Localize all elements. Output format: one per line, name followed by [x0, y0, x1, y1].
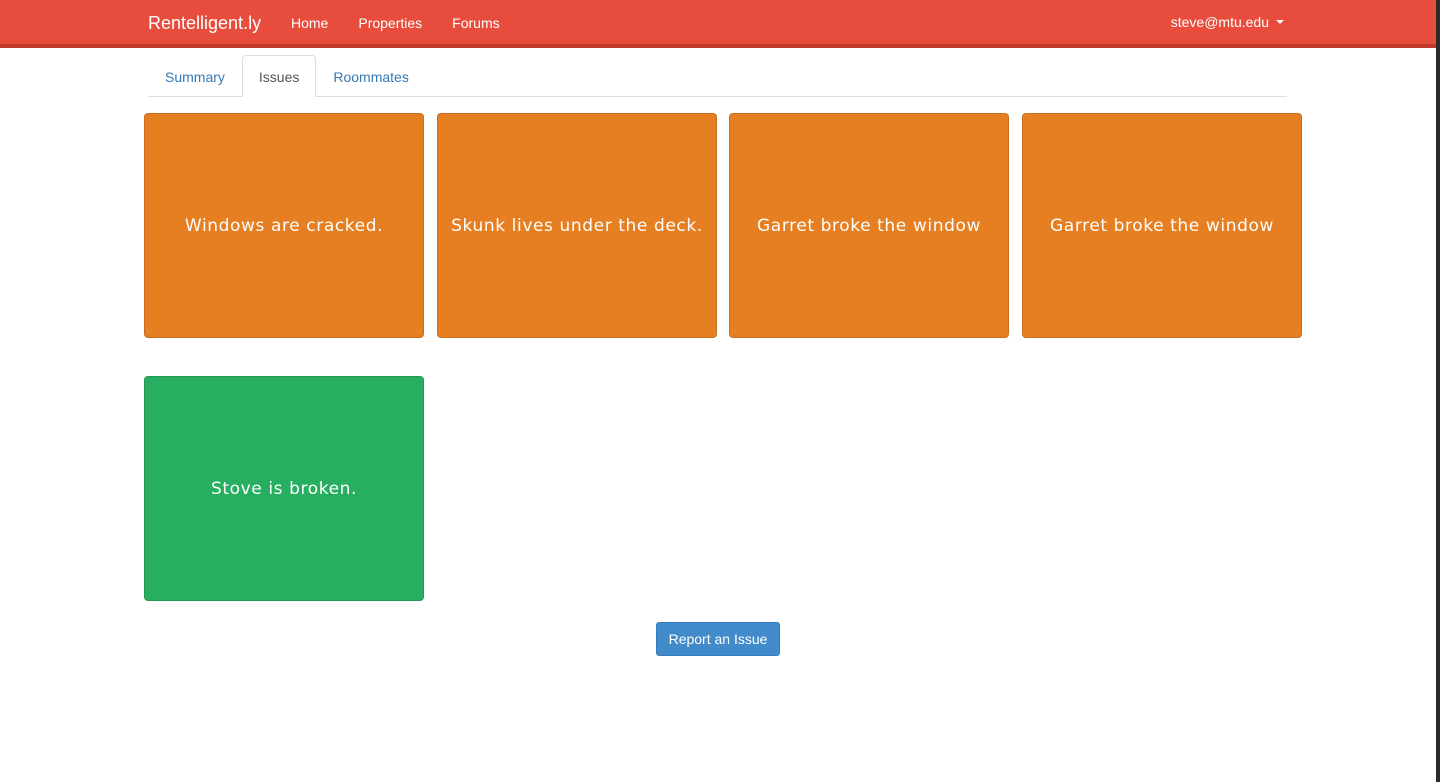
issue-card[interactable]: Stove is broken. — [144, 376, 424, 601]
page: Rentelligent.ly Home Properties Forums s… — [0, 0, 1440, 782]
tab-summary[interactable]: Summary — [148, 55, 242, 96]
navbar: Rentelligent.ly Home Properties Forums s… — [0, 0, 1436, 48]
issue-card[interactable]: Windows are cracked. — [144, 113, 424, 338]
issue-card-text: Garret broke the window — [1050, 215, 1274, 236]
issue-card[interactable]: Garret broke the window — [1022, 113, 1302, 338]
nav-link-properties[interactable]: Properties — [358, 0, 422, 44]
tab-bar: Summary Issues Roommates — [148, 55, 1287, 97]
tab-roommates[interactable]: Roommates — [316, 55, 425, 96]
issue-card-text: Garret broke the window — [757, 215, 981, 236]
report-issue-button[interactable]: Report an Issue — [656, 622, 780, 656]
tab-issues[interactable]: Issues — [241, 55, 317, 97]
brand-link[interactable]: Rentelligent.ly — [148, 0, 261, 44]
issue-card[interactable]: Skunk lives under the deck. — [437, 113, 717, 338]
user-email: steve@mtu.edu — [1170, 14, 1269, 30]
nav-links: Home Properties Forums — [291, 0, 500, 44]
caret-down-icon — [1276, 20, 1284, 24]
issue-card-text: Stove is broken. — [210, 478, 358, 499]
window-edge — [1436, 0, 1440, 782]
nav-link-home[interactable]: Home — [291, 0, 328, 44]
nav-link-forums[interactable]: Forums — [452, 0, 499, 44]
issue-card-text: Skunk lives under the deck. — [451, 215, 703, 236]
issue-card-text: Windows are cracked. — [184, 215, 384, 236]
issue-card[interactable]: Garret broke the window — [729, 113, 1009, 338]
user-menu-dropdown[interactable]: steve@mtu.edu — [1171, 0, 1284, 44]
